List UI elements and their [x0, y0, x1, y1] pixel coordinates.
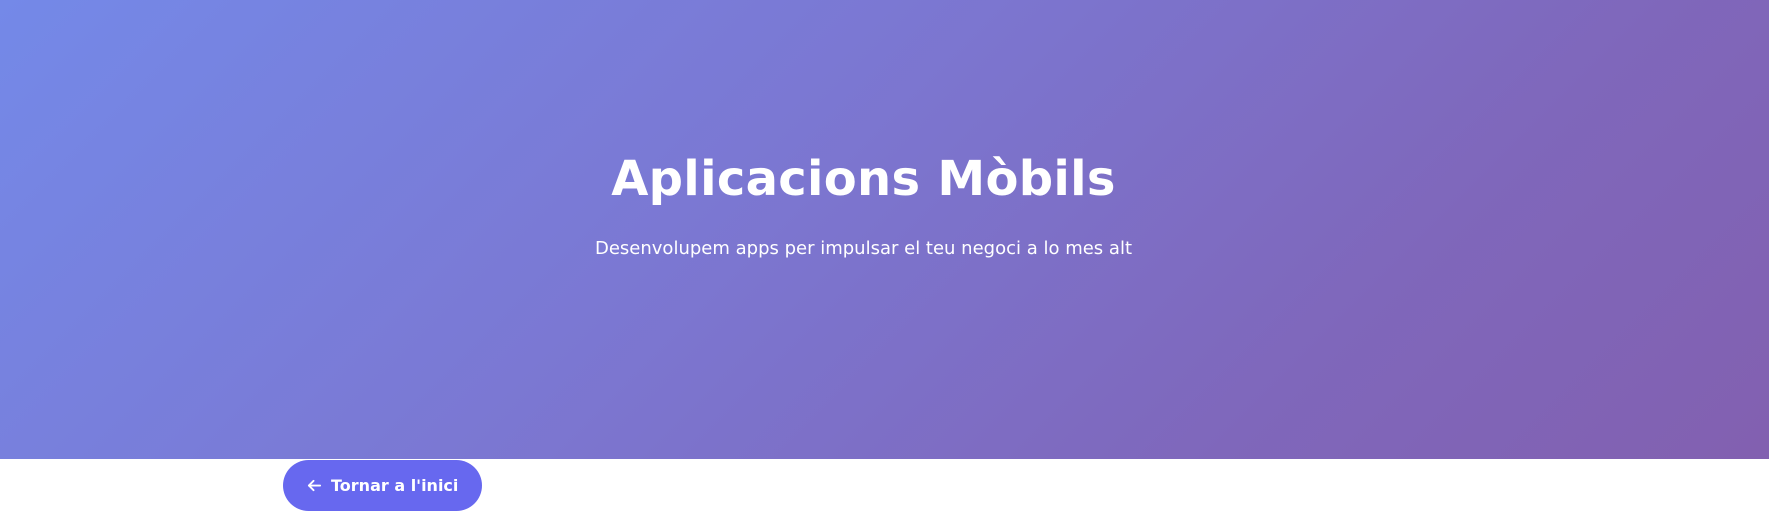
arrow-left-icon [307, 478, 322, 493]
page-title: Aplicacions Mòbils [611, 151, 1116, 207]
back-to-home-button[interactable]: Tornar a l'inici [283, 460, 483, 511]
back-button-label: Tornar a l'inici [331, 476, 459, 495]
page-subtitle: Desenvolupem apps per impulsar el teu ne… [594, 238, 1132, 259]
hero-banner: Aplicacions Mòbils Desenvolupem apps per… [0, 0, 1769, 459]
